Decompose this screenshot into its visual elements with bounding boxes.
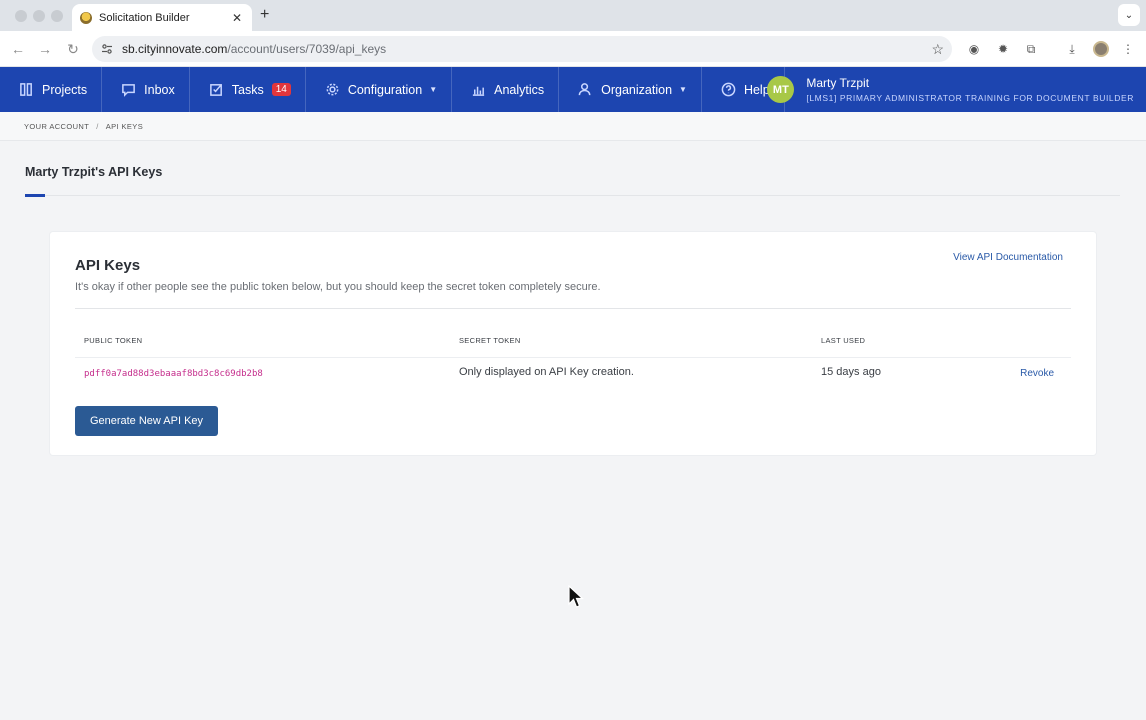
password-manager-icon[interactable]: ◉ [966, 41, 982, 57]
api-keys-card: API Keys It's okay if other people see t… [50, 232, 1096, 455]
gear-icon [326, 83, 339, 96]
nav-item-label: Tasks [231, 82, 264, 97]
nav-item-organization[interactable]: Organization ▼ [559, 67, 702, 112]
nav-item-label: Organization [601, 82, 673, 97]
mouse-cursor-icon [568, 585, 584, 608]
breadcrumb: YOUR ACCOUNT / API KEYS [0, 112, 1146, 141]
nav-item-inbox[interactable]: Inbox [102, 67, 190, 112]
tasks-count-badge: 14 [271, 83, 291, 96]
view-api-documentation-link[interactable]: View API Documentation [953, 252, 1063, 263]
public-token-value: pdff0a7ad88d3ebaaaf8bd3c8c69db2b8 [84, 369, 263, 379]
user-info: Marty Trzpit [LMS1] PRIMARY ADMINISTRATO… [806, 76, 1134, 103]
download-icon[interactable]: ⤓ [1064, 41, 1080, 57]
tasks-icon [209, 84, 222, 96]
nav-item-label: Configuration [347, 82, 423, 97]
divider [75, 308, 1071, 309]
inbox-icon [122, 84, 136, 97]
tab-api-keys[interactable]: Marty Trzpit's API Keys [25, 165, 162, 179]
browser-tab-bar: Solicitation Builder ✕ + ⌄ [0, 0, 1146, 31]
extensions-puzzle-icon[interactable]: ⧉ [1023, 41, 1039, 57]
avatar: MT [767, 76, 795, 103]
last-used-value: 15 days ago [821, 366, 881, 378]
revoke-link[interactable]: Revoke [1020, 368, 1054, 379]
breadcrumb-your-account[interactable]: YOUR ACCOUNT [24, 122, 89, 131]
browser-profile-avatar[interactable] [1093, 41, 1109, 57]
nav-item-analytics[interactable]: Analytics [452, 67, 560, 112]
new-tab-button[interactable]: + [260, 6, 269, 24]
user-role: [LMS1] PRIMARY ADMINISTRATOR TRAINING FO… [806, 93, 1134, 103]
user-icon [578, 83, 591, 96]
app-nav-bar: Projects Inbox Tasks 14 Configuration ▼ … [0, 67, 1146, 112]
active-tab-indicator [25, 194, 45, 197]
user-name: Marty Trzpit [806, 76, 870, 90]
breadcrumb-separator: / [96, 121, 99, 131]
window-controls [15, 10, 63, 22]
card-title: API Keys [75, 257, 141, 274]
nav-item-configuration[interactable]: Configuration ▼ [306, 67, 453, 112]
url-text: sb.cityinnovate.com/account/users/7039/a… [122, 42, 387, 56]
reload-icon[interactable]: ↻ [65, 41, 81, 57]
extension-gear-icon[interactable]: ✹ [995, 41, 1011, 57]
minimize-window-icon[interactable] [33, 10, 45, 22]
analytics-icon [472, 86, 485, 96]
page-tabs: Marty Trzpit's API Keys [25, 141, 1120, 197]
nav-item-label: Analytics [494, 82, 545, 97]
help-icon [721, 82, 736, 97]
site-favicon-icon [80, 11, 92, 24]
card-description: It's okay if other people see the public… [75, 281, 601, 293]
tab-search-chevron-icon[interactable]: ⌄ [1118, 4, 1140, 26]
generate-new-api-key-button[interactable]: Generate New API Key [75, 406, 218, 436]
close-window-icon[interactable] [15, 10, 27, 22]
url-field[interactable]: sb.cityinnovate.com/account/users/7039/a… [92, 36, 952, 62]
breadcrumb-api-keys: API KEYS [105, 121, 144, 131]
browser-tab[interactable]: Solicitation Builder ✕ [72, 4, 252, 31]
table-header: PUBLIC TOKEN SECRET TOKEN LAST USED [75, 336, 1071, 358]
browser-tab-title: Solicitation Builder [99, 11, 190, 24]
tab-close-icon[interactable]: ✕ [230, 11, 244, 25]
projects-icon [20, 83, 32, 96]
column-header-secret-token: SECRET TOKEN [459, 336, 521, 345]
site-settings-icon[interactable] [100, 42, 114, 56]
secret-token-value: Only displayed on API Key creation. [459, 366, 634, 378]
chevron-down-icon: ▼ [429, 85, 438, 94]
back-arrow-icon[interactable]: ← [10, 41, 26, 57]
column-header-public-token: PUBLIC TOKEN [84, 336, 143, 345]
forward-arrow-icon[interactable]: → [37, 41, 53, 57]
nav-item-projects[interactable]: Projects [0, 67, 103, 112]
column-header-last-used: LAST USED [821, 336, 866, 345]
maximize-window-icon[interactable] [51, 10, 63, 22]
nav-item-label: Projects [42, 82, 88, 97]
user-menu[interactable]: MT Marty Trzpit [LMS1] PRIMARY ADMINISTR… [767, 67, 1134, 112]
nav-item-label: Inbox [144, 82, 175, 97]
chevron-down-icon: ▼ [679, 85, 687, 94]
bookmark-star-icon[interactable]: ☆ [931, 41, 944, 58]
nav-item-tasks[interactable]: Tasks 14 [190, 67, 306, 112]
nav-item-label: Help [743, 82, 770, 97]
table-row: pdff0a7ad88d3ebaaaf8bd3c8c69db2b8 Only d… [75, 366, 1071, 388]
browser-address-bar: ← → ↻ sb.cityinnovate.com/account/users/… [0, 31, 1146, 67]
browser-menu-icon[interactable]: ⋮ [1120, 41, 1136, 57]
